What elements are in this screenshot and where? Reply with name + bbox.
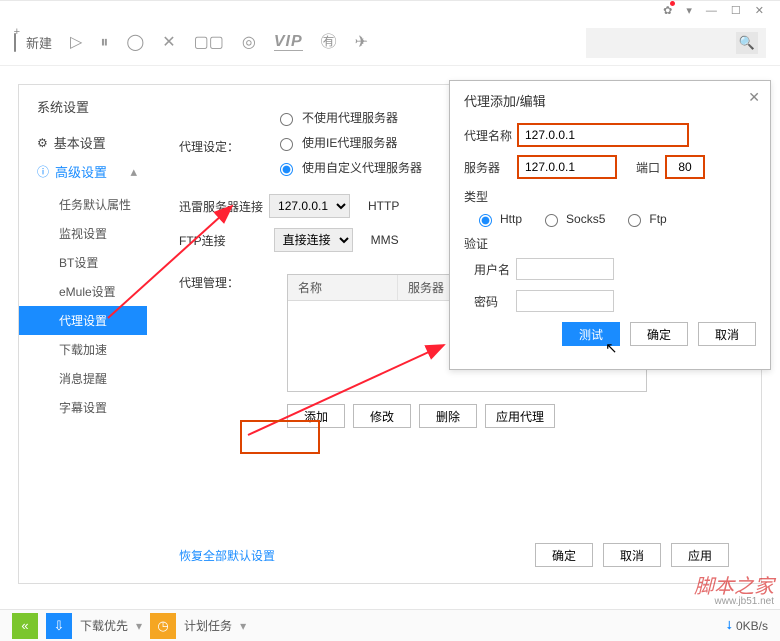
schedule-icon[interactable]: ◷ — [150, 613, 176, 639]
panda-icon[interactable]: ㊒ — [321, 35, 337, 51]
sidebar-item-task[interactable]: 任务默认属性 — [19, 190, 147, 219]
mgmt-label: 代理管理： — [179, 274, 275, 291]
cat-basic[interactable]: ⚙基本设置 — [19, 128, 147, 157]
gear-icon: ⚙ — [37, 136, 48, 150]
expand-left-icon[interactable]: « — [12, 613, 38, 639]
user-label: 用户名 — [474, 261, 516, 278]
type-label: 类型 — [464, 188, 756, 205]
edit-button[interactable]: 修改 — [353, 404, 411, 428]
type-ftp[interactable]: Ftp — [623, 211, 666, 227]
pause-icon[interactable]: ⏸ — [100, 35, 108, 51]
proxy-name-input[interactable] — [518, 124, 688, 146]
sidebar-item-sub[interactable]: 字幕设置 — [19, 393, 147, 422]
name-label: 代理名称 — [464, 127, 518, 144]
test-button[interactable]: 测试 — [562, 322, 620, 346]
pwd-input[interactable] — [516, 290, 614, 312]
proxy-edit-dialog: 代理添加/编辑 ✕ 代理名称 服务器 端口 类型 Http Socks5 Ftp… — [449, 80, 771, 370]
toolbar: 新建 ▷ ⏸ ◯ ✕ ▢▢ ◎ VIP ㊒ ✈ 🔍 — [0, 20, 780, 66]
col-name: 名称 — [288, 275, 398, 300]
apply-proxy-button[interactable]: 应用代理 — [485, 404, 555, 428]
leaf-icon[interactable]: ✈ — [355, 35, 368, 51]
dialog-cancel[interactable]: 取消 — [698, 322, 756, 346]
maximize-icon[interactable]: ☐ — [731, 4, 741, 17]
auth-label: 验证 — [464, 235, 756, 252]
type-socks[interactable]: Socks5 — [540, 211, 605, 227]
expand-icon: ▴ — [130, 164, 137, 180]
xl-http: HTTP — [368, 199, 399, 213]
reset-link[interactable]: 恢复全部默认设置 — [179, 547, 275, 564]
xl-select[interactable]: 127.0.0.1 — [269, 194, 350, 218]
priority-label: 下载优先 — [80, 617, 128, 634]
dialog-ok[interactable]: 确定 — [630, 322, 688, 346]
sidebar-item-emule[interactable]: eMule设置 — [19, 277, 147, 306]
new-icon[interactable] — [14, 35, 16, 51]
info-icon: ⓘ — [37, 163, 49, 180]
add-button[interactable]: 添加 — [287, 404, 345, 428]
sidebar-item-bt[interactable]: BT设置 — [19, 248, 147, 277]
sidebar-item-monitor[interactable]: 监视设置 — [19, 219, 147, 248]
vip-icon[interactable]: VIP — [274, 34, 303, 51]
xl-label: 迅雷服务器连接 — [179, 198, 263, 215]
gear-icon[interactable]: ✿ — [663, 4, 672, 17]
proxy-port-input[interactable] — [666, 156, 704, 178]
server-label: 服务器 — [464, 159, 518, 176]
download-icon: ⭣ — [726, 618, 732, 633]
skin-icon[interactable]: ▾ — [686, 4, 692, 17]
schedule-label: 计划任务 — [184, 617, 232, 634]
search-input[interactable]: 🔍 — [586, 28, 766, 58]
download-speed: 0KB/s — [736, 619, 768, 633]
dialog-title: 代理添加/编辑 — [464, 91, 756, 110]
settings-ok[interactable]: 确定 — [535, 543, 593, 567]
radio-custom-proxy[interactable]: 使用自定义代理服务器 — [275, 159, 422, 176]
pwd-label: 密码 — [474, 293, 516, 310]
sidebar-item-msg[interactable]: 消息提醒 — [19, 364, 147, 393]
minimize-icon[interactable]: — — [706, 5, 717, 17]
ftp-label: FTP连接 — [179, 232, 226, 249]
proxy-section-label: 代理设定： — [179, 138, 275, 155]
priority-down-icon[interactable]: ▾ — [136, 619, 142, 633]
schedule-down-icon[interactable]: ▾ — [240, 619, 246, 633]
radio-no-proxy[interactable]: 不使用代理服务器 — [275, 109, 422, 126]
sidebar-item-accel[interactable]: 下载加速 — [19, 335, 147, 364]
radio-ie-proxy[interactable]: 使用IE代理服务器 — [275, 134, 422, 151]
del-button[interactable]: 删除 — [419, 404, 477, 428]
aim-icon[interactable]: ◎ — [242, 35, 256, 51]
search-icon[interactable]: 🔍 — [736, 32, 758, 54]
ftp-mms: MMS — [371, 233, 399, 247]
settings-cancel[interactable]: 取消 — [603, 543, 661, 567]
sidebar-item-proxy[interactable]: 代理设置 — [19, 306, 147, 335]
cat-advanced[interactable]: ⓘ高级设置▴ — [19, 157, 147, 186]
proxy-server-input[interactable] — [518, 156, 616, 178]
panel-title: 系统设置 — [37, 97, 147, 116]
ftp-select[interactable]: 直接连接 — [274, 228, 353, 252]
target-icon[interactable]: ◯ — [126, 35, 144, 51]
watermark: 脚本之家www.jb51.net — [694, 577, 774, 607]
delete-icon[interactable]: ✕ — [162, 35, 175, 51]
priority-icon[interactable]: ⇩ — [46, 613, 72, 639]
close-icon[interactable]: ✕ — [755, 4, 764, 17]
settings-apply[interactable]: 应用 — [671, 543, 729, 567]
dialog-close-icon[interactable]: ✕ — [748, 89, 760, 106]
new-label[interactable]: 新建 — [26, 33, 52, 52]
type-http[interactable]: Http — [474, 211, 522, 227]
start-icon[interactable]: ▷ — [70, 35, 82, 51]
port-label: 端口 — [636, 159, 660, 176]
user-input[interactable] — [516, 258, 614, 280]
qr-icon[interactable]: ▢▢ — [194, 35, 224, 51]
status-bar: « ⇩ 下载优先 ▾ ◷ 计划任务 ▾ ⭣ 0KB/s — [0, 609, 780, 641]
